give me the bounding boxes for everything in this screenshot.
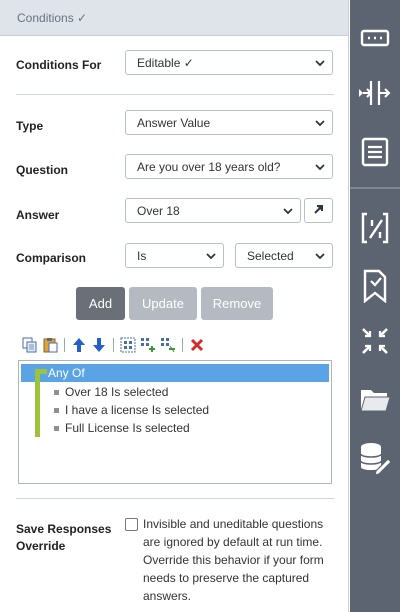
chevron-down-icon: [205, 250, 217, 262]
list-document-icon[interactable]: [350, 132, 400, 172]
save-responses-checkbox[interactable]: [125, 518, 138, 531]
tree-root-node[interactable]: Any Of: [48, 366, 85, 380]
bullet-square-icon: [54, 389, 59, 395]
comparison-operator-select[interactable]: Is: [125, 243, 224, 268]
copy-icon[interactable]: [22, 337, 38, 353]
save-responses-label: Save Responses Override: [16, 522, 112, 553]
conditions-tree[interactable]: Any Of Over 18 Is selected I have a lice…: [18, 360, 332, 484]
code-variable-icon[interactable]: [350, 208, 400, 248]
tree-item-label: Full License Is selected: [65, 421, 190, 435]
delete-icon[interactable]: [189, 337, 205, 353]
panel-header[interactable]: Conditions ✓: [0, 0, 348, 36]
question-value: Are you over 18 years old?: [137, 159, 281, 174]
right-sidebar: [350, 0, 400, 612]
group-remove-icon[interactable]: [160, 337, 176, 353]
collapse-arrows-icon[interactable]: [350, 321, 400, 361]
answer-value: Over 18: [137, 203, 180, 218]
comparison-value: Selected: [247, 248, 294, 263]
question-label: Question: [16, 163, 69, 177]
move-up-icon[interactable]: [71, 337, 87, 353]
paste-icon[interactable]: [42, 337, 58, 353]
add-button[interactable]: Add: [76, 287, 125, 320]
folder-icon[interactable]: [350, 380, 400, 420]
goto-arrow-icon: [313, 203, 325, 218]
tree-toolbar: [22, 336, 205, 354]
chevron-down-icon: [314, 57, 326, 69]
divider: [16, 498, 334, 499]
save-responses-description: Invisible and uneditable questions are i…: [143, 517, 324, 603]
chevron-down-icon: [314, 161, 326, 173]
type-select[interactable]: Answer Value: [125, 110, 333, 135]
answer-label: Answer: [16, 208, 60, 222]
comparison-operator-value: Is: [137, 248, 147, 263]
sidebar-separator: [350, 187, 400, 189]
chevron-down-icon: [282, 205, 294, 217]
chevron-down-icon: [314, 250, 326, 262]
tree-group-bar: [35, 369, 40, 437]
type-label: Type: [16, 119, 44, 133]
answer-select[interactable]: Over 18: [125, 198, 301, 223]
conditions-panel: Conditions ✓ Conditions For Editable ✓ T…: [0, 0, 349, 612]
remove-button[interactable]: Remove: [201, 287, 273, 320]
tree-item[interactable]: Full License Is selected: [54, 421, 190, 435]
move-down-icon[interactable]: [91, 337, 107, 353]
question-select[interactable]: Are you over 18 years old?: [125, 154, 333, 179]
toolbar-separator: [64, 338, 65, 352]
comparison-value-select[interactable]: Selected: [235, 243, 333, 268]
tree-item[interactable]: I have a license Is selected: [54, 403, 209, 417]
conditions-for-label: Conditions For: [16, 58, 102, 72]
panel-title: Conditions ✓: [17, 10, 88, 25]
update-button[interactable]: Update: [129, 287, 197, 320]
group-add-icon[interactable]: [140, 337, 156, 353]
bullet-square-icon: [54, 425, 59, 431]
database-edit-icon[interactable]: [350, 438, 400, 478]
page-bookmark-icon[interactable]: [350, 266, 400, 306]
comparison-label: Comparison: [16, 251, 87, 265]
chevron-down-icon: [314, 117, 326, 129]
form-field-icon[interactable]: [350, 18, 400, 58]
tree-item-label: Over 18 Is selected: [65, 385, 169, 399]
toolbar-separator: [113, 338, 114, 352]
answer-goto-button[interactable]: [304, 198, 333, 223]
merge-flow-icon[interactable]: [350, 73, 400, 113]
tree-item[interactable]: Over 18 Is selected: [54, 385, 168, 399]
tree-item-label: I have a license Is selected: [65, 403, 210, 417]
group-icon[interactable]: [120, 337, 136, 353]
conditions-for-value: Editable ✓: [137, 55, 194, 70]
conditions-for-select[interactable]: Editable ✓: [125, 50, 333, 75]
toolbar-separator: [182, 338, 183, 352]
bullet-square-icon: [54, 407, 59, 413]
divider: [16, 94, 334, 95]
type-value: Answer Value: [137, 115, 211, 130]
